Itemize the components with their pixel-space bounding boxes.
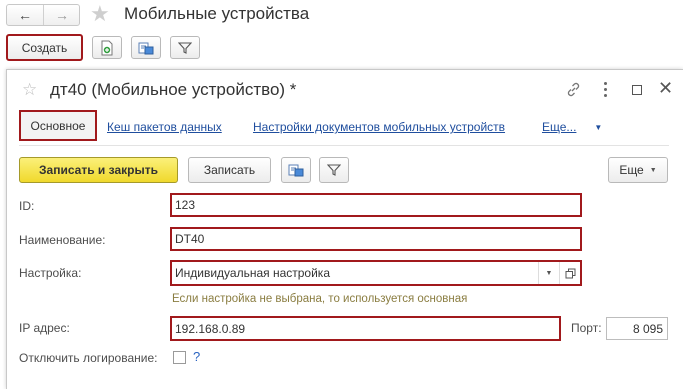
port-label: Порт:: [571, 321, 602, 335]
filter-button[interactable]: [170, 36, 200, 59]
close-icon[interactable]: ✕: [658, 78, 673, 99]
tab-main[interactable]: Основное: [19, 110, 97, 141]
name-value: DT40: [175, 232, 205, 246]
ip-label: IP адрес:: [19, 321, 70, 335]
window-title: Мобильные устройства: [124, 4, 310, 23]
form-exchange-button[interactable]: [281, 157, 311, 183]
setting-dropdown-button[interactable]: ▼: [538, 262, 559, 284]
ip-input[interactable]: 192.168.0.89: [170, 316, 561, 341]
arrow-left-icon: ←: [18, 7, 32, 23]
exchange-icon: [288, 164, 304, 177]
setting-hint: Если настройка не выбрана, то использует…: [172, 293, 468, 305]
filter-icon: [178, 41, 192, 54]
ip-value: 192.168.0.89: [175, 321, 246, 336]
save-and-close-label: Записать и закрыть: [39, 163, 158, 177]
port-input[interactable]: 8 095: [606, 317, 668, 340]
form-title: дт40 (Мобильное устройство) *: [50, 80, 297, 99]
chevron-down-icon: ▼: [545, 269, 553, 277]
disable-logging-checkbox[interactable]: [173, 351, 186, 364]
tab-main-label: Основное: [30, 118, 86, 133]
document-add-icon: [101, 40, 113, 55]
disable-logging-label: Отключить логирование:: [19, 351, 158, 365]
create-copy-button[interactable]: [92, 36, 122, 59]
arrow-right-icon: →: [55, 7, 69, 23]
filter-icon: [327, 164, 341, 176]
nav-group: ← →: [6, 4, 80, 26]
save-and-close-button[interactable]: Записать и закрыть: [19, 157, 178, 183]
more-actions-icon[interactable]: [604, 82, 608, 98]
load-button[interactable]: [131, 36, 161, 59]
id-value: 123: [175, 198, 196, 212]
create-button[interactable]: Создать: [6, 34, 83, 61]
tab-more[interactable]: Еще... ▼: [542, 120, 602, 134]
id-label: ID:: [19, 199, 35, 213]
form-star-icon[interactable]: ☆: [22, 80, 37, 100]
create-button-label: Создать: [21, 40, 68, 55]
save-button[interactable]: Записать: [188, 157, 271, 183]
open-window-icon: [565, 268, 576, 278]
link-icon[interactable]: [565, 81, 582, 101]
forward-button[interactable]: →: [44, 5, 80, 25]
setting-label: Настройка:: [19, 266, 82, 280]
maximize-icon[interactable]: [632, 85, 642, 95]
setting-open-button[interactable]: [559, 262, 581, 284]
favorite-star-icon[interactable]: ★: [90, 1, 110, 27]
chevron-down-icon: ▼: [594, 122, 603, 132]
setting-value: Индивидуальная настройка: [175, 266, 330, 280]
setting-select[interactable]: Индивидуальная настройка: [170, 260, 582, 286]
tab-more-label: Еще...: [542, 120, 577, 134]
chevron-down-icon: ▼: [649, 166, 657, 174]
form-more-label: Еще: [619, 163, 644, 177]
tabs-divider: [19, 145, 669, 146]
back-button[interactable]: ←: [7, 5, 44, 25]
tab-data-cache[interactable]: Кеш пакетов данных: [107, 120, 222, 134]
help-icon[interactable]: ?: [193, 349, 200, 364]
name-input[interactable]: DT40: [170, 227, 582, 251]
port-value: 8 095: [632, 321, 663, 336]
tab-mobile-doc-settings[interactable]: Настройки документов мобильных устройств: [253, 120, 505, 134]
exchange-icon: [138, 42, 154, 54]
name-label: Наименование:: [19, 233, 106, 247]
id-input[interactable]: 123: [170, 193, 582, 217]
form-filter-button[interactable]: [319, 157, 349, 183]
save-button-label: Записать: [203, 163, 256, 177]
form-more-button[interactable]: Еще ▼: [608, 157, 668, 183]
